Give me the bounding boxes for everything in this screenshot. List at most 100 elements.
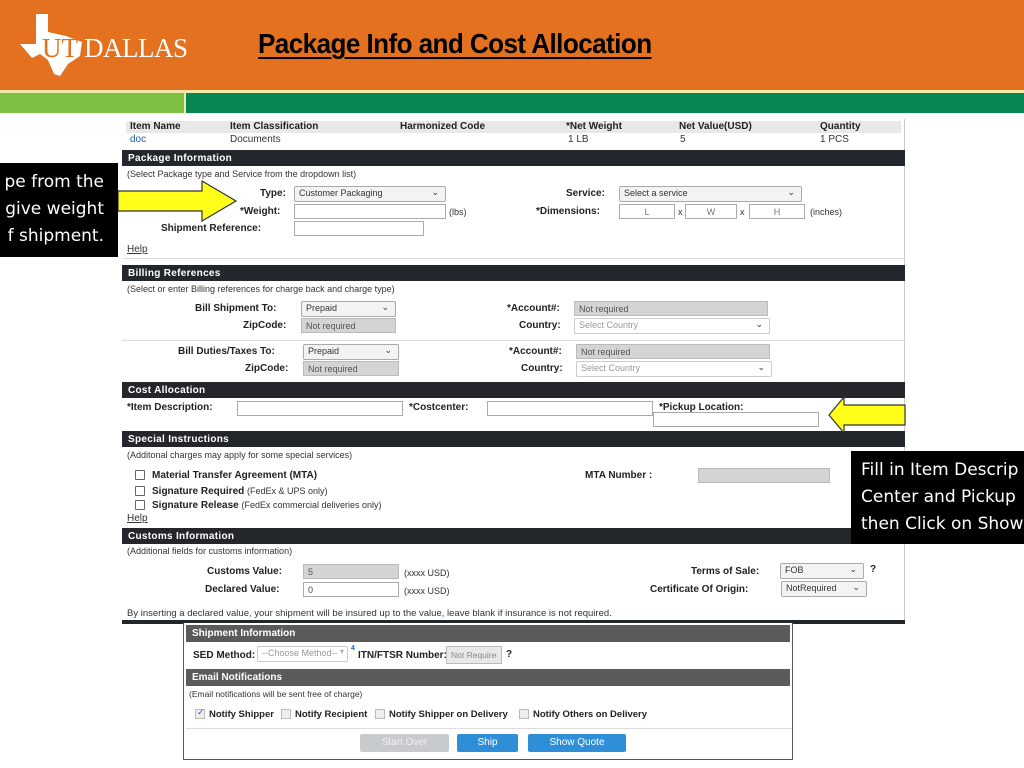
zipcode-label: ZipCode: xyxy=(245,363,289,374)
service-label: Service: xyxy=(566,188,605,199)
accent-band-light-green xyxy=(0,93,184,113)
itn-help-icon[interactable]: ? xyxy=(506,649,512,660)
service-value: Select a service xyxy=(624,188,688,198)
section-package-information: Package Information xyxy=(122,150,905,166)
ship-button[interactable]: Ship xyxy=(457,734,518,752)
signature-required-text: Signature Required xyxy=(152,486,245,497)
col-net-weight: *Net Weight xyxy=(566,121,622,132)
declared-value-footnote: By inserting a declared value, your ship… xyxy=(127,608,612,619)
chevron-down-icon: ⌄ xyxy=(787,187,795,197)
account-input[interactable] xyxy=(574,301,768,316)
terms-of-sale-select[interactable]: FOB ⌄ xyxy=(780,563,864,579)
callout-left-line: pe from the xyxy=(4,172,104,192)
callout-left-line: give weight xyxy=(5,199,104,219)
zipcode-input[interactable] xyxy=(301,318,396,333)
service-select[interactable]: Select a service ⌄ xyxy=(619,186,802,202)
notify-others-delivery-label: Notify Others on Delivery xyxy=(533,709,648,720)
shipment-reference-label: Shipment Reference: xyxy=(161,223,262,234)
signature-release-text: Signature Release xyxy=(152,500,239,511)
callout-right-line: then Click on Show xyxy=(861,514,1024,534)
costcenter-label: *Costcenter: xyxy=(409,402,469,413)
special-note: (Additonal charges may apply for some sp… xyxy=(127,450,353,460)
customs-value-input[interactable] xyxy=(303,564,399,579)
col-item-name: Item Name xyxy=(130,121,181,132)
bill-shipment-select[interactable]: Prepaid ⌄ xyxy=(301,301,396,317)
callout-right-line: Center and Pickup xyxy=(861,487,1016,507)
bill-duties-select[interactable]: Prepaid ⌄ xyxy=(303,344,399,360)
chevron-down-icon: ⌄ xyxy=(757,362,765,372)
quantity-value: 1 PCS xyxy=(820,134,849,145)
package-help-link[interactable]: Help xyxy=(127,244,148,255)
account2-input[interactable] xyxy=(576,344,770,359)
col-harmonized-code: Harmonized Code xyxy=(400,121,486,132)
dimension-height-input[interactable] xyxy=(749,204,805,219)
signature-release-label: Signature Release (FedEx commercial deli… xyxy=(152,500,382,511)
callout-left-line: f shipment. xyxy=(7,226,104,246)
shipment-form-panel: Item Name Item Classification Harmonized… xyxy=(122,119,905,624)
yellow-arrow-right-icon xyxy=(118,180,238,222)
pickup-location-input[interactable] xyxy=(653,412,819,427)
section-billing-references: Billing References xyxy=(122,265,905,281)
mta-number-label: MTA Number : xyxy=(585,470,653,481)
notify-shipper-checkbox[interactable] xyxy=(195,707,205,719)
sed-method-label: SED Method: xyxy=(193,650,256,661)
bill-shipment-value: Prepaid xyxy=(306,303,338,313)
sed-method-value: --Choose Method-- xyxy=(262,648,338,658)
zipcode2-input[interactable] xyxy=(303,361,399,376)
item-classification-value: Documents xyxy=(230,134,281,145)
net-value-value: 5 xyxy=(680,134,686,145)
mta-number-input[interactable] xyxy=(698,468,830,483)
mta-label: Material Transfer Agreement (MTA) xyxy=(152,470,318,481)
mta-checkbox[interactable] xyxy=(135,470,145,480)
dimension-width-input[interactable] xyxy=(685,204,737,219)
shipment-options-panel: Shipment Information SED Method: --Choos… xyxy=(183,623,793,760)
email-note: (Email notifications will be sent free o… xyxy=(189,689,363,699)
usd-hint: (xxxx USD) xyxy=(404,586,450,596)
signature-required-checkbox[interactable] xyxy=(135,486,145,496)
sed-method-select[interactable]: --Choose Method-- ▾ xyxy=(257,646,348,662)
item-name-link[interactable]: doc xyxy=(130,134,146,145)
start-over-button[interactable]: Start Over xyxy=(360,734,449,752)
weight-input[interactable] xyxy=(294,204,446,219)
declared-value-input[interactable] xyxy=(303,582,399,597)
logo-ut: UT xyxy=(42,33,78,63)
costcenter-input[interactable] xyxy=(487,401,653,416)
dimension-length-input[interactable] xyxy=(619,204,675,219)
chevron-down-icon: ⌄ xyxy=(431,187,439,197)
country-value: Select Country xyxy=(579,320,639,330)
col-quantity: Quantity xyxy=(820,121,861,132)
package-type-select[interactable]: Customer Packaging ⌄ xyxy=(294,186,446,202)
notify-recipient-label: Notify Recipient xyxy=(295,709,368,720)
notify-shipper-label: Notify Shipper xyxy=(209,709,274,720)
customs-note: (Additional fields for customs informati… xyxy=(127,546,293,556)
dimensions-label: *Dimensions: xyxy=(536,206,600,217)
chevron-down-icon: ⌄ xyxy=(384,345,392,355)
itn-input[interactable] xyxy=(446,646,502,664)
item-description-input[interactable] xyxy=(237,401,403,416)
certificate-of-origin-select[interactable]: NotRequired ⌄ xyxy=(781,581,867,597)
country2-select[interactable]: Select Country ⌄ xyxy=(576,361,772,377)
terms-help-icon[interactable]: ? xyxy=(870,564,876,575)
signature-release-sub: (FedEx commercial deliveries only) xyxy=(241,500,382,510)
show-quote-button[interactable]: Show Quote xyxy=(528,734,626,752)
dim-separator: x xyxy=(678,207,683,217)
section-customs-information: Customs Information xyxy=(122,528,905,544)
signature-required-label: Signature Required (FedEx & UPS only) xyxy=(152,486,328,497)
shipment-reference-input[interactable] xyxy=(294,221,424,236)
chevron-down-icon: ⌄ xyxy=(755,319,763,329)
country-select[interactable]: Select Country ⌄ xyxy=(574,318,770,334)
section-cost-allocation: Cost Allocation xyxy=(122,382,905,398)
item-description-label: *Item Description: xyxy=(127,402,213,413)
notify-shipper-delivery-checkbox[interactable] xyxy=(375,709,385,719)
notify-recipient-checkbox[interactable] xyxy=(281,709,291,719)
signature-release-checkbox[interactable] xyxy=(135,500,145,510)
divider xyxy=(122,258,905,259)
dimension-unit: (inches) xyxy=(810,207,843,217)
logo-text: DALLAS xyxy=(84,33,188,63)
notify-others-delivery-checkbox[interactable] xyxy=(519,709,529,719)
special-help-link[interactable]: Help xyxy=(127,513,148,524)
notify-shipper-delivery-label: Notify Shipper on Delivery xyxy=(389,709,508,720)
section-email-notifications: Email Notifications xyxy=(186,669,790,686)
yellow-arrow-left-icon xyxy=(828,396,906,434)
chevron-down-icon: ▾ xyxy=(339,647,344,656)
